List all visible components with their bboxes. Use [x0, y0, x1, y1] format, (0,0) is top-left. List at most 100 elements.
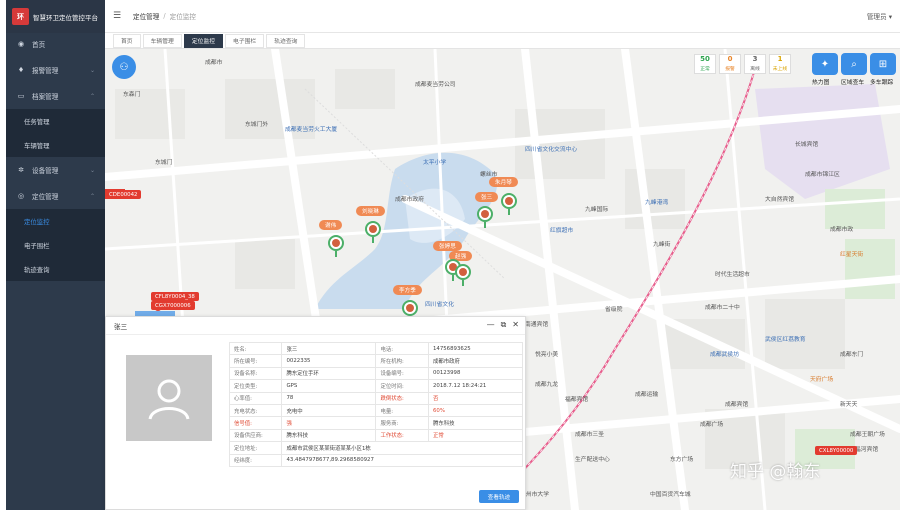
- sidebar: 环 智慧环卫定位管控平台 ◉ 首页 ♦ 报警管理 ⌄ ▭ 档案管理 ⌃ 任务管理…: [6, 0, 105, 510]
- tab-monitor[interactable]: 定位监控: [183, 33, 224, 48]
- user-menu[interactable]: 管理员 ▾: [867, 11, 892, 21]
- sidebar-item-task[interactable]: 任务管理: [6, 109, 105, 133]
- breadcrumb-parent[interactable]: 定位管理: [133, 11, 159, 21]
- breadcrumb-current: 定位监控: [169, 13, 196, 21]
- multi-track-label: 多车跟踪: [870, 80, 894, 86]
- status-summary: 50 正常 0 报警 3 离线 1 未上线: [694, 54, 794, 74]
- stat-offline[interactable]: 3 离线: [744, 54, 766, 74]
- area-search-button[interactable]: ⌕: [841, 53, 867, 75]
- sidebar-item-home[interactable]: ◉ 首页: [6, 31, 105, 57]
- sidebar-item-label: 报警管理: [32, 67, 59, 75]
- map-label: 生产配送中心: [575, 457, 610, 463]
- map-label: 长城宾馆: [795, 142, 819, 148]
- tab-fence[interactable]: 电子围栏: [225, 33, 265, 48]
- map-label: 太平小学: [423, 160, 447, 166]
- map-label: 新天天: [840, 402, 858, 408]
- app-logo: 环: [12, 8, 29, 25]
- map-label: 东森门: [123, 92, 141, 98]
- sidebar-item-monitor[interactable]: 定位监控: [6, 209, 105, 233]
- sidebar-item-location[interactable]: ◎ 定位管理 ⌃: [6, 183, 105, 209]
- map-label: 成都广场: [700, 422, 724, 428]
- map-label: 福都宾馆: [565, 397, 589, 403]
- chevron-up-icon: ⌃: [89, 192, 95, 200]
- map-label: 成都市政府: [395, 197, 424, 203]
- person-marker[interactable]: [455, 264, 471, 286]
- person-marker[interactable]: [477, 206, 493, 228]
- folder-icon: ▭: [17, 92, 25, 100]
- table-row: 充电状态: 充电中 电量: 60%: [228, 403, 524, 418]
- top-bar: ☰ 定位管理 / 定位监控 管理员 ▾: [105, 0, 900, 33]
- vehicle-tag[interactable]: CXL8Y00000: [815, 446, 858, 455]
- person-marker[interactable]: [501, 193, 517, 215]
- table-row: 经纬度: 43.4847978677,89.2968580927: [228, 453, 523, 467]
- panel-title: 张三: [106, 317, 525, 335]
- map-label: 九峰港湾: [645, 200, 669, 206]
- map-label: 武侯区红荔教育: [765, 337, 806, 343]
- vehicle-tag[interactable]: CDE00042: [105, 190, 142, 199]
- users-icon: ⚇: [119, 61, 129, 73]
- stat-alarm[interactable]: 0 报警: [719, 54, 741, 74]
- panel-controls: — ⧉ ✕: [487, 320, 519, 330]
- bell-icon: ♦: [17, 66, 25, 74]
- sidebar-item-fence[interactable]: 电子围栏: [6, 233, 105, 257]
- map-label: 九峰街: [653, 242, 671, 248]
- multi-track-button[interactable]: ⊞: [870, 53, 896, 75]
- map-label: 成都麦当劳火工大厦: [285, 127, 338, 133]
- vehicle-tag[interactable]: CGX7000006: [151, 301, 195, 310]
- map-label: 时代生活超市: [715, 272, 750, 278]
- sidebar-item-vehicle[interactable]: 车辆管理: [6, 133, 105, 157]
- table-row: 信号值: 强 服务商: 腾东科技: [228, 416, 524, 430]
- tab-vehicle[interactable]: 车辆管理: [142, 33, 182, 48]
- map-label: 成都市政: [830, 227, 854, 233]
- vehicle-tag[interactable]: CFL8Y0004_38: [151, 292, 199, 301]
- location-icon: ◎: [17, 192, 25, 200]
- heatmap-button[interactable]: ✦: [812, 53, 838, 75]
- chevron-down-icon: ⌄: [89, 166, 95, 174]
- person-tag[interactable]: 朱月琴: [489, 177, 518, 187]
- person-marker[interactable]: [328, 235, 344, 257]
- submenu-location: 定位监控 电子围栏 轨迹查询: [6, 209, 105, 281]
- table-row: 设备供应商: 腾东科技 工作状态: 正常: [228, 428, 524, 443]
- map-label: 四川省文化交流中心: [525, 147, 578, 153]
- map-label: 红旗超市: [550, 228, 574, 234]
- table-row: 姓名: 张三 电话: 14756893625: [228, 341, 524, 356]
- group-users-button[interactable]: ⚇: [112, 55, 136, 79]
- grid-icon: ⊞: [878, 58, 888, 70]
- map-label: 南通宾馆: [525, 322, 549, 328]
- area-search-icon: ⌕: [851, 58, 857, 70]
- person-tag[interactable]: 张三: [475, 192, 499, 202]
- watermark: 知乎 @翰东: [730, 462, 821, 482]
- map-label: 红星天街: [840, 252, 864, 258]
- view-track-button[interactable]: 查看轨迹: [479, 490, 519, 503]
- map-label: 晶河宾馆: [855, 447, 879, 453]
- hamburger-icon[interactable]: ☰: [113, 11, 123, 21]
- close-icon[interactable]: ✕: [512, 320, 519, 330]
- stat-normal[interactable]: 50 正常: [694, 54, 716, 74]
- map-label: 东城门外: [245, 122, 269, 128]
- person-tag[interactable]: 张婷思: [433, 241, 462, 251]
- map-label: 成都市三圣: [575, 432, 604, 438]
- person-tag[interactable]: 谢伟: [319, 220, 343, 230]
- info-table: 姓名: 张三 电话: 14756893625 所在编号: 0022335 所在机构: 成…: [228, 341, 524, 467]
- stat-not-online[interactable]: 1 未上线: [769, 54, 791, 74]
- heatmap-icon: ✦: [820, 58, 830, 70]
- sidebar-item-track[interactable]: 轨迹查询: [6, 257, 105, 281]
- minimize-icon[interactable]: —: [487, 320, 495, 330]
- person-tag[interactable]: 刘晓琳: [356, 206, 385, 216]
- map-label: 成都东门: [840, 352, 864, 358]
- submenu-archive: 任务管理 车辆管理: [6, 109, 105, 157]
- app-title: 智慧环卫定位管控平台: [33, 13, 98, 22]
- brand: 环 智慧环卫定位管控平台: [6, 0, 105, 33]
- map-label: 悦亮小美: [535, 352, 559, 358]
- person-tag[interactable]: 李方季: [393, 285, 422, 295]
- sidebar-item-device[interactable]: ✲ 设备管理 ⌄: [6, 157, 105, 183]
- tab-track[interactable]: 轨迹查询: [266, 33, 306, 48]
- person-marker[interactable]: [365, 221, 381, 243]
- sidebar-item-alarm[interactable]: ♦ 报警管理 ⌄: [6, 57, 105, 83]
- expand-icon[interactable]: ⧉: [501, 320, 507, 330]
- map-label: 成都九龙: [535, 382, 559, 388]
- table-row: 设备名称: 腾东定位手环 设备编号: 00123998: [228, 366, 524, 381]
- tab-bar: 首页 车辆管理 定位监控 电子围栏 轨迹查询: [105, 33, 900, 49]
- tab-home[interactable]: 首页: [113, 33, 141, 48]
- sidebar-item-archive[interactable]: ▭ 档案管理 ⌃: [6, 83, 105, 109]
